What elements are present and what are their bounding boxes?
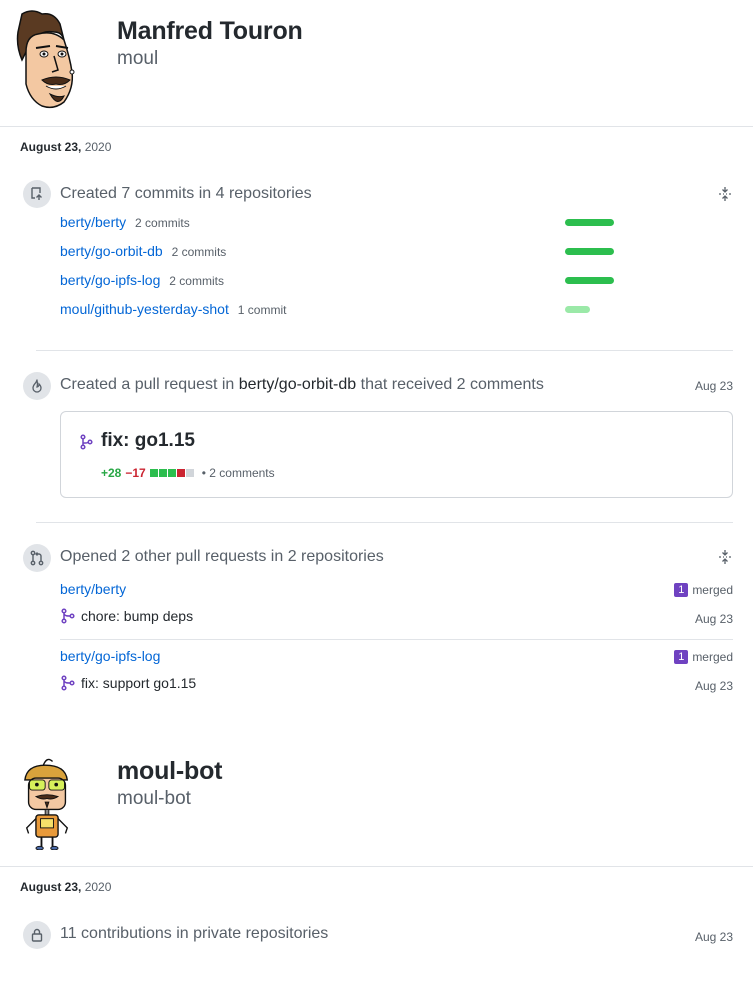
diffstat-block [158, 469, 167, 477]
commit-count[interactable]: 1 commit [238, 303, 287, 317]
flame-icon [23, 372, 51, 400]
event-separator [36, 350, 733, 351]
date-day: August 23, [20, 880, 82, 894]
pr-item-date: Aug 23 [694, 679, 733, 693]
commit-count[interactable]: 2 commits [169, 274, 224, 288]
date-day: August 23, [20, 140, 82, 154]
pr-stats: +28 −17 • 2 comments [101, 466, 275, 480]
commit-count[interactable]: 2 commits [172, 245, 227, 259]
bullet: • [201, 466, 206, 480]
commit-bar [565, 248, 614, 255]
commit-repo-row: berty/berty 2 commits [60, 214, 190, 230]
merged-label: merged [692, 583, 733, 597]
pr-item: fix: support go1.15 [60, 675, 196, 691]
repo-push-icon [23, 180, 51, 208]
profile-name[interactable]: Manfred Touron [117, 17, 303, 46]
merged-status: 1 merged [674, 583, 733, 597]
diffstat-block [176, 469, 185, 477]
pr-item-date: Aug 23 [694, 612, 733, 626]
git-merge-icon [61, 608, 75, 624]
git-pull-request-icon [80, 434, 93, 450]
commit-repo-link[interactable]: berty/go-orbit-db [60, 243, 163, 259]
profile-login: moul [117, 48, 159, 69]
commit-count[interactable]: 2 commits [135, 216, 190, 230]
pr-repo-link[interactable]: berty/berty [60, 581, 126, 597]
profile-name[interactable]: moul-bot [117, 757, 223, 786]
commit-bar [565, 219, 614, 226]
fold-icon[interactable] [717, 186, 733, 202]
pr-item: chore: bump deps [60, 608, 193, 624]
pr-item-title-link[interactable]: fix: support go1.15 [81, 675, 196, 691]
diffstat-block [167, 469, 176, 477]
pr-event-date: Aug 23 [694, 379, 733, 393]
pr-deletions: −17 [125, 466, 146, 480]
pr-repo-link[interactable]: berty/go-ipfs-log [60, 648, 160, 664]
pr-event-suffix: that received 2 comments [360, 376, 544, 393]
git-pull-request-icon [23, 544, 51, 572]
pr-comments-count[interactable]: 2 comments [209, 466, 274, 480]
diffstat-block [149, 469, 158, 477]
profile-divider [0, 126, 753, 127]
lock-icon [23, 921, 51, 949]
merged-count-badge: 1 [674, 583, 689, 597]
commit-bar [565, 306, 590, 313]
commit-repo-link[interactable]: berty/berty [60, 214, 126, 230]
diffstat-block [185, 469, 194, 477]
activity-date: August 23, 2020 [20, 880, 111, 894]
pr-item-title-link[interactable]: chore: bump deps [81, 608, 193, 624]
private-event-date: Aug 23 [694, 930, 733, 944]
pr-card: fix: go1.15 +28 −17 • 2 comments [60, 411, 733, 498]
diffstat [149, 469, 194, 477]
date-year: 2020 [84, 880, 112, 894]
profile-login: moul-bot [117, 788, 191, 809]
avatar[interactable] [12, 10, 80, 112]
pr-additions: +28 [101, 466, 122, 480]
pr-event-title: Created a pull request in berty/go-orbit… [60, 376, 544, 394]
other-prs-event-title: Opened 2 other pull requests in 2 reposi… [60, 548, 384, 565]
pr-event-repo-link[interactable]: berty/go-orbit-db [239, 376, 356, 393]
commit-repo-row: moul/github-yesterday-shot 1 commit [60, 301, 286, 317]
commit-repo-link[interactable]: moul/github-yesterday-shot [60, 301, 229, 317]
commit-bar [565, 277, 614, 284]
commits-event-title: Created 7 commits in 4 repositories [60, 185, 312, 202]
private-event-title: 11 contributions in private repositories [60, 925, 329, 942]
avatar[interactable] [14, 756, 80, 850]
merged-label: merged [692, 650, 733, 664]
profile-header-moul-bot: moul-bot moul-bot [0, 740, 753, 866]
event-separator [36, 522, 733, 523]
profile-divider [0, 866, 753, 867]
date-year: 2020 [84, 140, 112, 154]
commit-repo-row: berty/go-orbit-db 2 commits [60, 243, 226, 259]
item-separator [60, 639, 733, 640]
commit-repo-link[interactable]: berty/go-ipfs-log [60, 272, 160, 288]
merged-count-badge: 1 [674, 650, 689, 664]
merged-status: 1 merged [674, 650, 733, 664]
pr-title-link[interactable]: fix: go1.15 [101, 430, 195, 452]
fold-icon[interactable] [717, 549, 733, 565]
activity-date: August 23, 2020 [20, 140, 111, 154]
git-merge-icon [61, 675, 75, 691]
pr-event-prefix: Created a pull request in [60, 376, 235, 393]
commit-repo-row: berty/go-ipfs-log 2 commits [60, 272, 224, 288]
profile-header-moul: Manfred Touron moul [0, 0, 753, 126]
pr-comments[interactable]: • 2 comments [202, 466, 275, 480]
